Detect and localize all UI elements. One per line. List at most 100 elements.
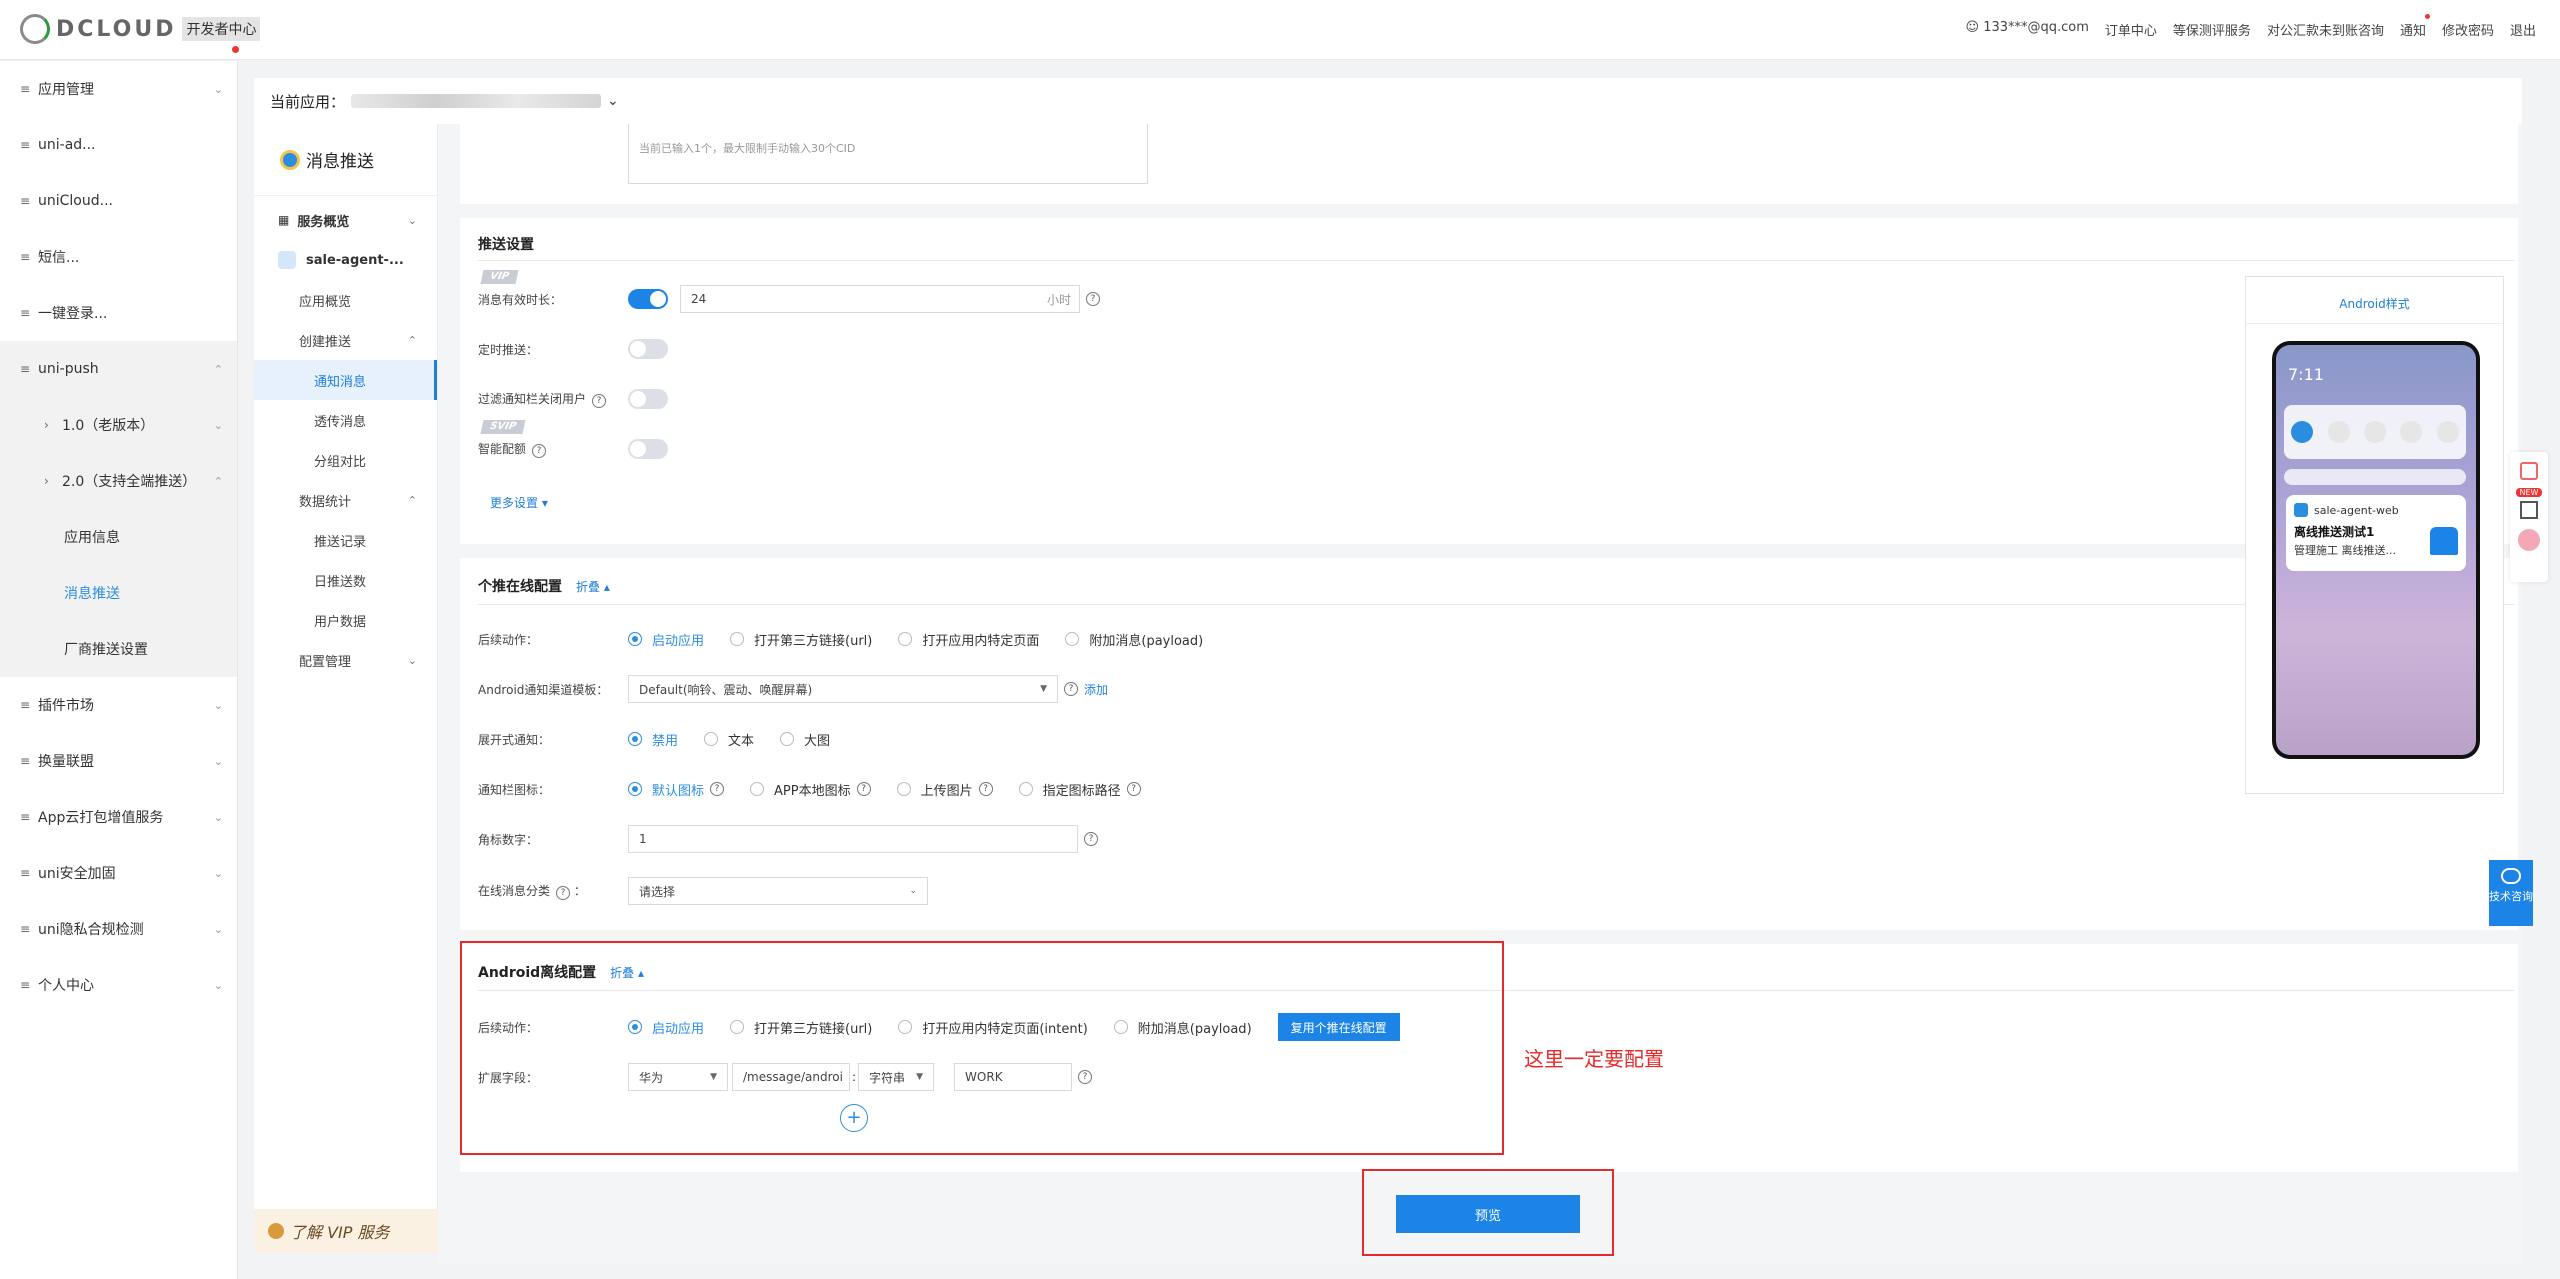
change-password-link[interactable]: 修改密码 (2442, 20, 2494, 39)
nav-push-v2[interactable]: › 2.0（支持全端推送） ⌃ (0, 453, 237, 509)
p2-user-data[interactable]: 用户数据 (254, 600, 437, 640)
chevron-right-icon: › (44, 418, 49, 432)
nav-app-cloud-build[interactable]: ≡ App云打包增值服务 ⌄ (0, 789, 237, 845)
orders-link[interactable]: 订单中心 (2105, 20, 2157, 39)
p2-group-compare[interactable]: 分组对比 (254, 440, 437, 480)
nav-uni-push[interactable]: ≡ uni-push ⌃ (0, 341, 237, 397)
dcloud-logo[interactable]: DCLOUD 开发者中心 (20, 14, 261, 44)
lock-icon (2327, 421, 2350, 443)
schedule-toggle[interactable] (628, 339, 668, 359)
more-settings-link[interactable]: 更多设置 ▾ (490, 494, 548, 511)
p2-app-sale-agent[interactable]: sale-agent-... (254, 240, 437, 280)
p2-create-push[interactable]: 创建推送 ⌃ (254, 320, 437, 360)
list-icon: ≡ (20, 306, 31, 320)
list-icon: ≡ (20, 138, 31, 152)
chevron-down-icon: ⌄ (607, 93, 619, 109)
chevron-down-icon: ⌄ (213, 698, 223, 712)
category-select[interactable]: 请选择 ⌄ (628, 877, 928, 905)
qrcode-icon[interactable] (2520, 501, 2538, 519)
new-badge: NEW (2516, 488, 2542, 497)
help-icon[interactable]: ? (556, 886, 571, 900)
nav-message-push[interactable]: 消息推送 (0, 565, 237, 621)
android-preview-title: Android样式 (2339, 297, 2410, 311)
nav-uni-privacy[interactable]: ≡ uni隐私合规检测 ⌄ (0, 901, 237, 957)
android-robot-icon (2430, 527, 2458, 555)
phone-mockup: 7:11 sale-agent-web 离线推送测试1 管理施工 离线推送... (2272, 341, 2480, 759)
chevron-down-icon: ⌄ (213, 82, 223, 96)
chevron-up-icon: ⌃ (213, 474, 223, 488)
transfer-inquiry-link[interactable]: 对公汇款未到账咨询 (2267, 20, 2384, 39)
chevron-down-icon: ⌄ (213, 978, 223, 992)
p2-daily-push[interactable]: 日推送数 (254, 560, 437, 600)
ttl-input[interactable]: 24 小时 (680, 285, 1080, 313)
nav-personal-center[interactable]: ≡ 个人中心 ⌄ (0, 957, 237, 1013)
filter-toggle[interactable] (628, 389, 668, 409)
user-account-link[interactable]: ☺ 133***@qq.com (1966, 20, 2089, 39)
nav-plugin-market[interactable]: ≡ 插件市场 ⌄ (0, 677, 237, 733)
nav-sms[interactable]: ≡ 短信... (0, 229, 237, 285)
online-action-launch[interactable]: 启动应用 (628, 630, 704, 649)
online-action-page[interactable]: 打开应用内特定页面 (898, 630, 1039, 649)
nav-traffic-alliance[interactable]: ≡ 换量联盟 ⌄ (0, 733, 237, 789)
current-app-label: 当前应用： (270, 92, 346, 111)
help-icon[interactable]: ? (1064, 682, 1078, 696)
p2-passthrough-message[interactable]: 透传消息 (254, 400, 437, 440)
p2-notification-message[interactable]: 通知消息 (254, 360, 437, 400)
add-channel-link[interactable]: 添加 (1084, 681, 1108, 698)
tech-consult-button[interactable]: 技术咨询 (2489, 860, 2533, 926)
vip-badge: VIP (480, 270, 519, 284)
list-icon: ≡ (20, 82, 31, 96)
icon-default[interactable]: 默认图标? (628, 780, 725, 799)
nav-vendor-push-settings[interactable]: 厂商推送设置 (0, 621, 237, 677)
p2-data-stats[interactable]: 数据统计 ⌃ (254, 480, 437, 520)
bluetooth-icon (2291, 421, 2314, 443)
help-icon[interactable]: ? (592, 394, 607, 408)
logout-link[interactable]: 退出 (2510, 20, 2536, 39)
gift-icon[interactable] (2520, 462, 2538, 480)
cid-textarea[interactable]: 当前已输入1个，最大限制手动输入30个CID (628, 124, 1148, 184)
service-avatar-icon[interactable] (2518, 529, 2540, 551)
online-action-url[interactable]: 打开第三方链接(url) (730, 630, 872, 649)
nav-uni-security[interactable]: ≡ uni安全加固 ⌄ (0, 845, 237, 901)
push-notification-preview: sale-agent-web 离线推送测试1 管理施工 离线推送... (2286, 495, 2466, 571)
logo-subtitle: 开发者中心 (182, 17, 261, 41)
expand-row: 展开式通知： 禁用 文本 大图 (478, 724, 856, 754)
security-eval-link[interactable]: 等保测评服务 (2173, 20, 2251, 39)
push-icon (280, 149, 300, 170)
online-action-payload[interactable]: 附加消息(payload) (1065, 630, 1203, 649)
p2-config-management[interactable]: 配置管理 ⌄ (254, 640, 437, 680)
channel-select[interactable]: Default(响铃、震动、唤醒屏幕) ▼ (628, 675, 1058, 703)
location-icon (2363, 421, 2386, 443)
current-app-bar[interactable]: 当前应用： ⌄ (254, 78, 2522, 124)
chevron-down-icon: ⌄ (407, 213, 417, 227)
icon-app-local[interactable]: APP本地图标? (750, 780, 871, 799)
expand-image[interactable]: 大图 (780, 730, 830, 749)
nav-unicloud[interactable]: ≡ uniCloud... (0, 173, 237, 229)
badge-input[interactable]: 1 (628, 825, 1078, 853)
p2-app-overview[interactable]: 应用概览 (254, 280, 437, 320)
chevron-down-icon: ⌄ (213, 418, 223, 432)
nav-app-info[interactable]: 应用信息 (0, 509, 237, 565)
p2-push-records[interactable]: 推送记录 (254, 520, 437, 560)
chevron-down-icon: ⌄ (213, 866, 223, 880)
icon-upload[interactable]: 上传图片? (896, 780, 993, 799)
ttl-toggle[interactable] (628, 289, 668, 309)
help-icon[interactable]: ? (532, 444, 547, 458)
p2-service-overview[interactable]: ▦ 服务概览 ⌄ (254, 200, 437, 240)
list-icon: ≡ (20, 922, 31, 936)
nav-one-click-login[interactable]: ≡ 一键登录... (0, 285, 237, 341)
notice-link[interactable]: 通知 (2400, 20, 2426, 39)
nav-push-v1[interactable]: › 1.0（老版本） ⌄ (0, 397, 237, 453)
wechat-icon (2501, 868, 2521, 884)
nav-uni-ad[interactable]: ≡ uni-ad... (0, 117, 237, 173)
help-icon[interactable]: ? (1086, 292, 1100, 306)
icon-path[interactable]: 指定图标路径? (1018, 780, 1141, 799)
phone-time: 7:11 (2288, 365, 2324, 384)
help-icon[interactable]: ? (1084, 832, 1098, 846)
nav-app-management[interactable]: ≡ 应用管理 ⌄ (0, 61, 237, 117)
expand-disabled[interactable]: 禁用 (628, 730, 678, 749)
vip-service-link[interactable]: 了解 VIP 服务 (254, 1209, 438, 1252)
online-fold-toggle[interactable]: 折叠 ▴ (576, 578, 610, 595)
smart-quota-toggle[interactable] (628, 439, 668, 459)
expand-text[interactable]: 文本 (704, 730, 754, 749)
